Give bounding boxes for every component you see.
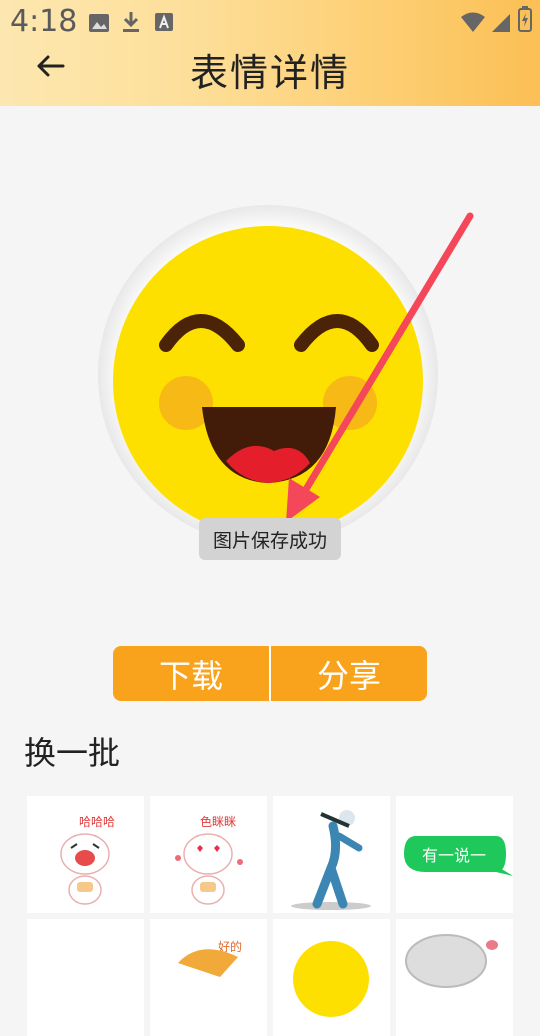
sticker-item[interactable]: [273, 919, 390, 1036]
sticker-item[interactable]: 有一说一: [396, 796, 513, 913]
sticker-item[interactable]: [27, 919, 144, 1036]
sticker-item[interactable]: 好的: [150, 919, 267, 1036]
status-bar: 4:18: [0, 0, 540, 44]
sticker-item[interactable]: [273, 796, 390, 913]
sticker-item[interactable]: 色眯眯: [150, 796, 267, 913]
sticker-item[interactable]: [396, 919, 513, 1036]
battery-charging-icon: [518, 6, 532, 39]
sticker-caption: 哈哈哈: [79, 815, 115, 829]
sticker-item[interactable]: 哈哈哈: [27, 796, 144, 913]
download-icon: [120, 8, 142, 41]
cellular-signal-icon: [490, 8, 512, 41]
emoji-preview-image: [98, 205, 438, 545]
sticker-caption: 色眯眯: [200, 815, 236, 829]
wifi-icon: [460, 8, 486, 41]
page-title: 表情详情: [189, 51, 350, 95]
sticker-caption: 有一说一: [422, 846, 486, 865]
refresh-section-title[interactable]: 换一批: [24, 728, 120, 774]
image-icon: [88, 8, 110, 41]
text-a-icon: [154, 8, 176, 41]
download-button[interactable]: 下载: [113, 646, 269, 701]
share-button[interactable]: 分享: [271, 646, 427, 701]
save-success-toast: 图片保存成功: [199, 518, 341, 560]
action-button-group: 下载 分享: [113, 646, 427, 701]
status-time: 4:18: [10, 4, 78, 39]
